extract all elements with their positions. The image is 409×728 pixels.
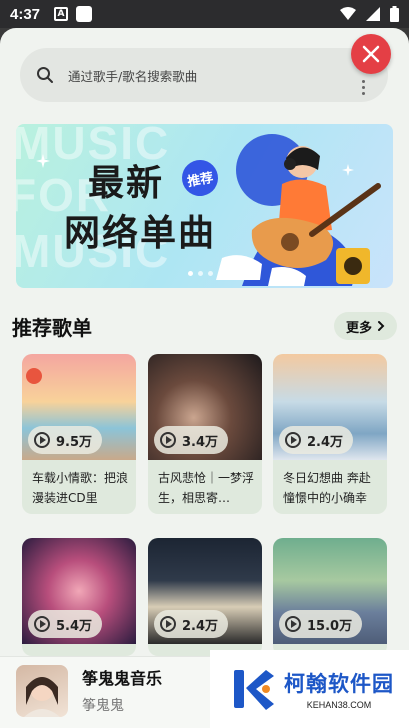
sparkle-icon — [36, 154, 50, 168]
play-count-value: 2.4万 — [307, 434, 344, 450]
playlist-cover: 15.0万 — [273, 538, 387, 644]
more-options-icon[interactable] — [362, 80, 366, 95]
playlist-cover: 2.4万 — [148, 538, 262, 644]
music-sheet: 通过歌手/歌名搜索歌曲 MUSIC FOR MUSIC 最新 推荐 网络单曲 推… — [0, 28, 409, 728]
banner-indicator — [188, 271, 233, 276]
play-count-value: 3.4万 — [182, 434, 219, 450]
playlist-name: 古风悲怆｜一梦浮生，相思寄… — [158, 471, 255, 505]
playlist-cover: 2.4万 — [273, 354, 387, 460]
now-playing-title: 筝鬼鬼音乐 — [82, 669, 163, 688]
close-button[interactable] — [351, 34, 391, 74]
play-icon — [285, 432, 301, 448]
playlist-card[interactable]: 3.4万 古风悲怆｜一梦浮生，相思寄… — [148, 354, 262, 514]
play-count: 2.4万 — [279, 426, 354, 454]
play-count-value: 15.0万 — [307, 618, 353, 634]
watermark-logo-icon — [230, 666, 276, 712]
play-count-value: 5.4万 — [56, 618, 93, 634]
play-icon — [34, 616, 50, 632]
wifi-icon — [340, 7, 356, 20]
promo-banner[interactable]: MUSIC FOR MUSIC 最新 推荐 网络单曲 — [16, 124, 393, 288]
playlist-name: 车载小情歌：把浪漫装进CD里 — [32, 471, 129, 505]
watermark-text: 柯翰软件园 — [284, 672, 394, 696]
notification-icon: A — [54, 7, 69, 21]
playlist-cover: 9.5万 — [22, 354, 136, 460]
watermark-subtext: KEHAN38.COM — [306, 700, 372, 710]
search-bar[interactable]: 通过歌手/歌名搜索歌曲 — [20, 48, 388, 102]
more-label: 更多 — [345, 320, 372, 336]
playlist-card[interactable]: 9.5万 车载小情歌：把浪漫装进CD里 — [22, 354, 136, 514]
playlist-cover: 3.4万 — [148, 354, 262, 460]
play-count-value: 9.5万 — [56, 434, 93, 450]
playlist-card[interactable]: 5.4万 — [22, 538, 136, 656]
play-count-value: 2.4万 — [182, 618, 219, 634]
playlist-card[interactable]: 15.0万 — [273, 538, 387, 656]
recommended-playlists-header: 推荐歌单 更多 — [12, 310, 397, 342]
play-icon — [160, 432, 176, 448]
play-icon — [285, 616, 301, 632]
badge-icon — [26, 368, 42, 384]
playlist-name: 冬日幻想曲 奔赴憧憬中的小确幸 — [283, 471, 371, 505]
play-count: 5.4万 — [28, 610, 103, 638]
now-playing-artist: 筝鬼鬼 — [82, 698, 124, 714]
playlist-card[interactable]: 2.4万 冬日幻想曲 奔赴憧憬中的小确幸 — [273, 354, 387, 514]
play-count: 3.4万 — [154, 426, 229, 454]
more-button[interactable]: 更多 — [333, 312, 397, 340]
status-time: 4:37 — [10, 5, 41, 23]
chevron-right-icon — [378, 321, 385, 331]
section-title: 推荐歌单 — [12, 315, 92, 340]
playlist-cover: 5.4万 — [22, 538, 136, 644]
search-icon — [37, 67, 53, 83]
battery-icon — [390, 6, 399, 22]
album-art — [16, 665, 68, 717]
banner-title-line2: 网络单曲 — [64, 213, 217, 254]
guitarist-illustration — [216, 134, 381, 286]
play-icon — [160, 616, 176, 632]
play-count: 9.5万 — [28, 426, 103, 454]
play-icon — [34, 432, 50, 448]
playlist-card[interactable]: 2.4万 — [148, 538, 262, 656]
play-count: 2.4万 — [154, 610, 229, 638]
play-count: 15.0万 — [279, 610, 363, 638]
status-bar: 4:37 A — [0, 0, 409, 28]
close-icon — [362, 45, 380, 63]
banner-title-line1: 最新 — [88, 163, 165, 204]
signal-icon — [366, 7, 380, 21]
app-notification-icon — [76, 6, 93, 22]
search-placeholder: 通过歌手/歌名搜索歌曲 — [68, 68, 198, 84]
watermark: 柯翰软件园 KEHAN38.COM — [210, 650, 409, 728]
